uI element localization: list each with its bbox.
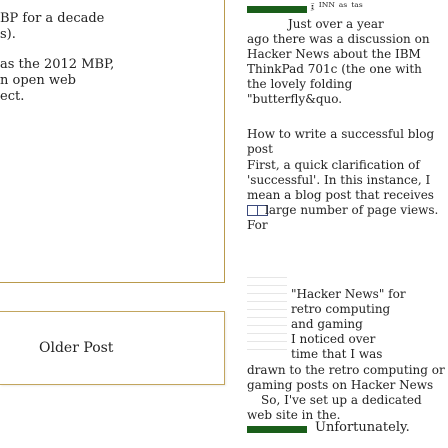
previous-post-text-line: ect. [0,89,25,104]
post-thumbnail[interactable] [247,426,307,433]
indented-text-line: I noticed over [291,332,376,346]
indented-text-line: retro computing [291,302,391,316]
previous-post-text-line: as the 2012 MBP, [0,57,115,72]
post-excerpt-line: For [247,218,268,232]
post-excerpt-line: First, a quick clarification of [247,158,420,172]
older-post-label[interactable]: Older Post [39,340,113,356]
feed-text-line: the lovely folding [247,77,353,91]
feed-text-line: ThinkPad 701c (the one with [247,62,422,76]
indented-text-line: "Hacker News" for [291,287,406,301]
right-column: ፤ ᴵᴺᴺ ᵃˢ ᵗᵃˢ Just over a year ago there … [247,0,448,448]
feed-text-line: drawn to the retro computing or [247,363,445,377]
older-post-button[interactable]: Older Post [0,311,225,385]
post-excerpt-line: 'successful'. In this instance, I [247,173,431,187]
previous-post-panel: BP for a decade s). as the 2012 MBP, n o… [0,0,225,283]
feed-text-line: So, I've set up a dedicated [261,393,422,407]
feed-text-line: gaming posts on Hacker News [247,378,434,392]
feed-text-line: Hacker News about the IBM [247,47,421,61]
post-title-line[interactable]: post [247,142,273,157]
post-excerpt-line: mean a blog post that receives [247,188,434,202]
feed-text-line: Unfortunately. [315,420,410,435]
image-placeholder [247,277,287,357]
feed-text-line: ago there was a discussion on [247,32,430,46]
feed-text-line: "butterfly&quo. [247,92,343,106]
previous-post-text-line: n open web [0,73,76,88]
post-excerpt-line: large number of page views. [265,203,439,217]
feed-text-line: Just over a year [288,17,384,31]
feed-text-line: ፤ ᴵᴺᴺ ᵃˢ ᵗᵃˢ [310,0,363,14]
indented-text-line: and gaming [291,317,363,331]
left-column: BP for a decade s). as the 2012 MBP, n o… [0,0,236,448]
previous-post-text-line: s). [0,27,16,42]
indented-text-line: time that I was [291,347,383,361]
previous-post-text-line: BP for a decade [0,11,105,26]
post-thumbnail[interactable] [247,6,307,13]
post-title-line[interactable]: How to write a successful blog [247,127,434,142]
